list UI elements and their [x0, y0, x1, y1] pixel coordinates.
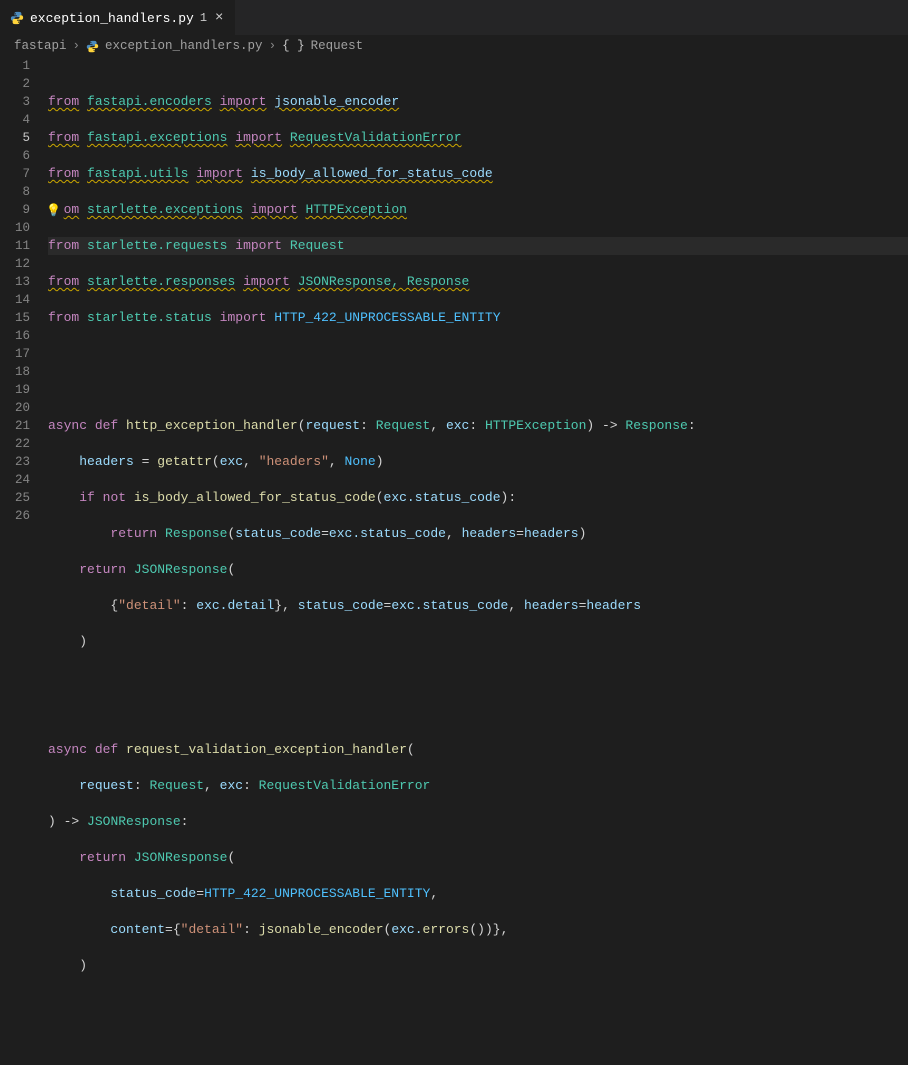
code-line: request: Request, exc: RequestValidation… [48, 777, 908, 795]
code-line: content={"detail": jsonable_encoder(exc.… [48, 921, 908, 939]
code-line [48, 345, 908, 363]
code-line: 💡 om starlette.exceptions import HTTPExc… [48, 201, 908, 219]
line-number: 5 [0, 129, 30, 147]
line-number: 9 [0, 201, 30, 219]
vertical-scrollbar[interactable] [896, 57, 908, 540]
code-line [48, 993, 908, 1011]
line-number: 1 [0, 57, 30, 75]
line-number: 23 [0, 453, 30, 471]
code-line: headers = getattr(exc, "headers", None) [48, 453, 908, 471]
editor[interactable]: 1234567891011121314151617181920212223242… [0, 57, 908, 540]
lightbulb-icon[interactable]: 💡 [46, 202, 61, 220]
tab-filename: exception_handlers.py [30, 11, 194, 26]
breadcrumb-item-folder[interactable]: fastapi [14, 39, 67, 53]
line-number: 8 [0, 183, 30, 201]
close-icon[interactable]: × [213, 10, 225, 26]
code-line: async def request_validation_exception_h… [48, 741, 908, 759]
code-line [48, 669, 908, 687]
code-line: return JSONResponse( [48, 561, 908, 579]
braces-icon: { } [282, 39, 305, 53]
breadcrumb-item-symbol[interactable]: Request [311, 39, 364, 53]
code-line: from fastapi.exceptions import RequestVa… [48, 129, 908, 147]
code-line: async def http_exception_handler(request… [48, 417, 908, 435]
line-number: 13 [0, 273, 30, 291]
line-number: 14 [0, 291, 30, 309]
line-number: 3 [0, 93, 30, 111]
line-number: 15 [0, 309, 30, 327]
python-file-icon [10, 11, 24, 25]
code-line [48, 381, 908, 399]
code-line: ) [48, 957, 908, 975]
line-number: 12 [0, 255, 30, 273]
chevron-right-icon: › [269, 39, 277, 53]
line-number: 19 [0, 381, 30, 399]
code-line: status_code=HTTP_422_UNPROCESSABLE_ENTIT… [48, 885, 908, 903]
tab-exception-handlers[interactable]: exception_handlers.py 1 × [0, 0, 235, 35]
line-number: 22 [0, 435, 30, 453]
code-line: return JSONResponse( [48, 849, 908, 867]
code-area[interactable]: from fastapi.encoders import jsonable_en… [48, 57, 908, 540]
line-number: 16 [0, 327, 30, 345]
code-line: from starlette.responses import JSONResp… [48, 273, 908, 291]
code-line: ) [48, 633, 908, 651]
code-line: {"detail": exc.detail}, status_code=exc.… [48, 597, 908, 615]
line-number: 18 [0, 363, 30, 381]
breadcrumb: fastapi › exception_handlers.py › { } Re… [0, 35, 908, 57]
tab-modified-badge: 1 [200, 11, 207, 25]
code-line: from starlette.status import HTTP_422_UN… [48, 309, 908, 327]
code-line: if not is_body_allowed_for_status_code(e… [48, 489, 908, 507]
line-number: 21 [0, 417, 30, 435]
line-number: 2 [0, 75, 30, 93]
line-number: 24 [0, 471, 30, 489]
code-line: from fastapi.encoders import jsonable_en… [48, 93, 908, 111]
line-number: 10 [0, 219, 30, 237]
tab-bar: exception_handlers.py 1 × [0, 0, 908, 35]
code-line: from fastapi.utils import is_body_allowe… [48, 165, 908, 183]
line-number-gutter: 1234567891011121314151617181920212223242… [0, 57, 48, 540]
python-file-icon [86, 40, 99, 53]
line-number: 17 [0, 345, 30, 363]
line-number: 20 [0, 399, 30, 417]
code-line [48, 705, 908, 723]
code-line: from starlette.requests import Request [48, 237, 908, 255]
line-number: 11 [0, 237, 30, 255]
line-number: 7 [0, 165, 30, 183]
line-number: 25 [0, 489, 30, 507]
line-number: 4 [0, 111, 30, 129]
line-number: 6 [0, 147, 30, 165]
breadcrumb-item-file[interactable]: exception_handlers.py [105, 39, 263, 53]
chevron-right-icon: › [73, 39, 81, 53]
line-number: 26 [0, 507, 30, 525]
code-line: ) -> JSONResponse: [48, 813, 908, 831]
code-line: return Response(status_code=exc.status_c… [48, 525, 908, 543]
